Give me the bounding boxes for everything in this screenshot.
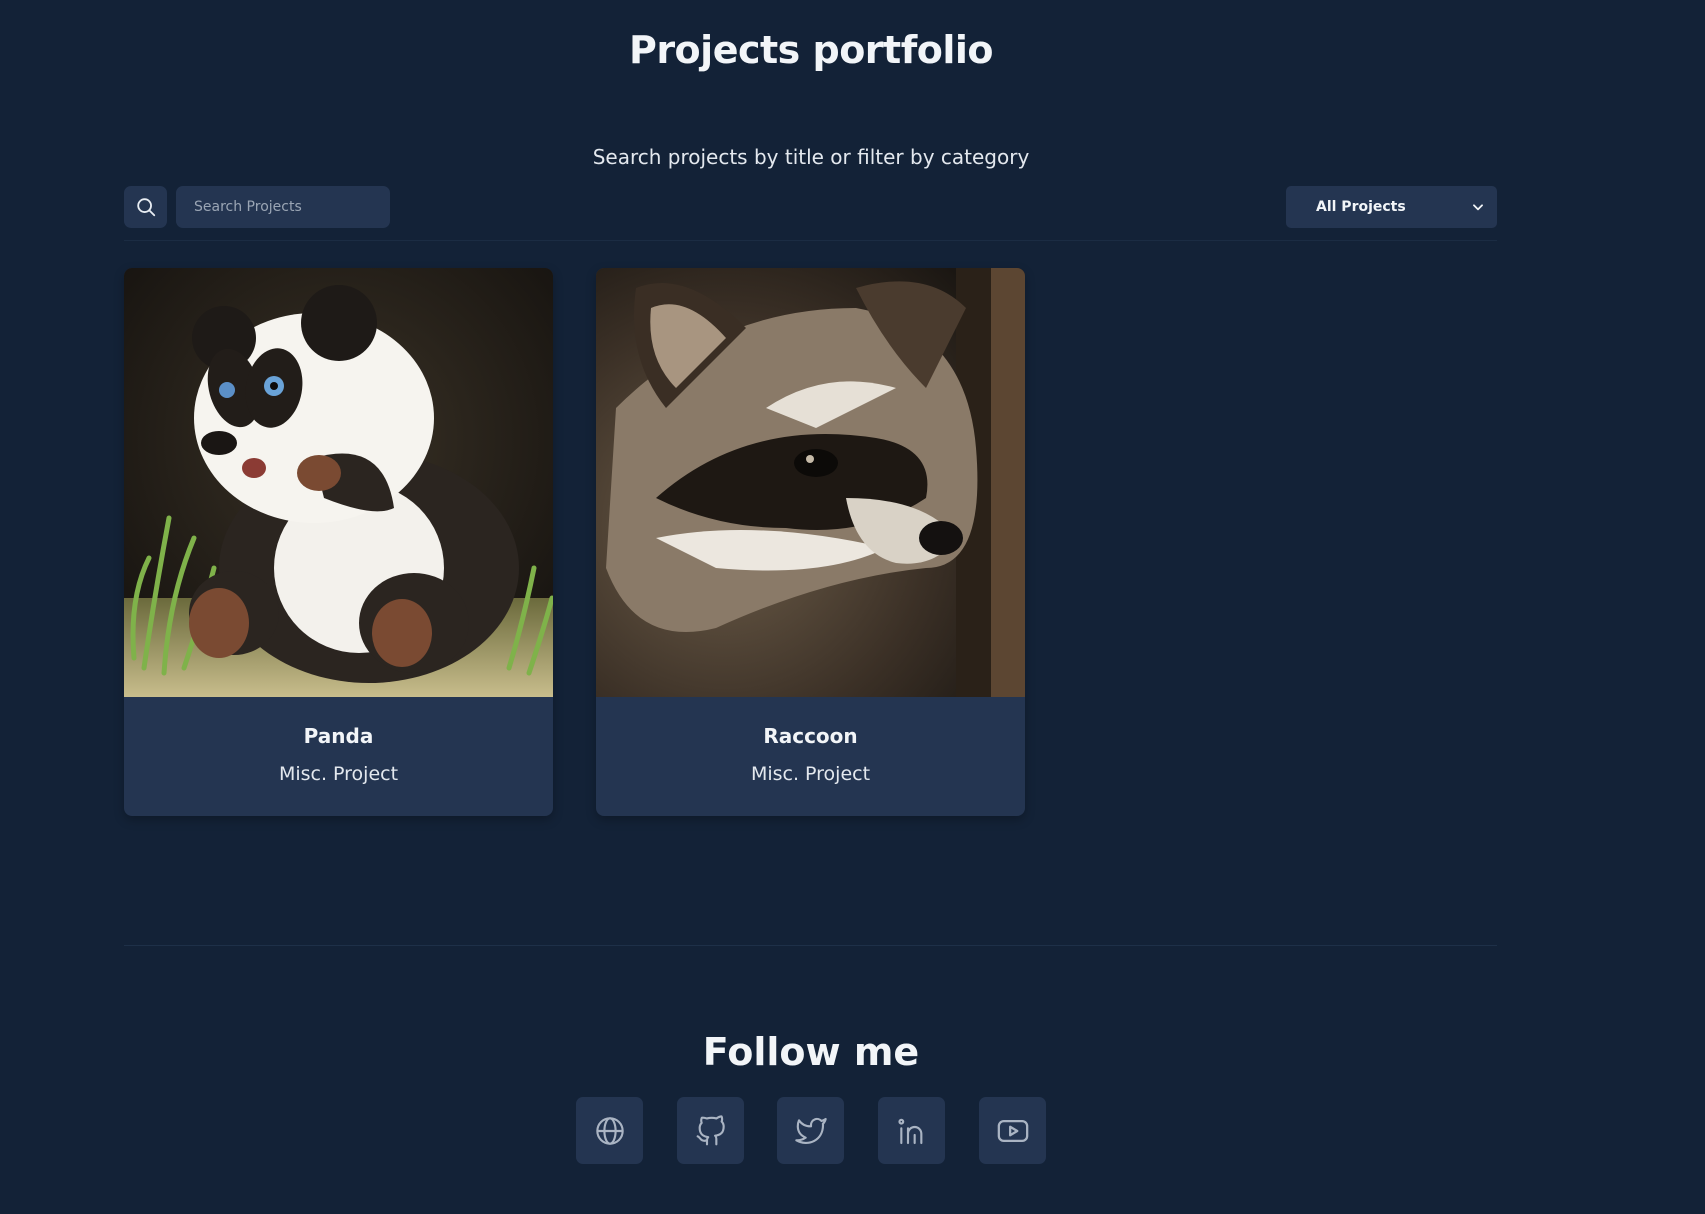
github-link[interactable]	[677, 1097, 744, 1164]
search-button[interactable]	[124, 186, 167, 228]
project-title: Panda	[303, 724, 374, 748]
project-card-raccoon[interactable]: Raccoon Misc. Project	[596, 268, 1025, 816]
twitter-icon	[794, 1117, 827, 1144]
portfolio-page: Projects portfolio Search projects by ti…	[0, 0, 1705, 1214]
raccoon-image	[596, 268, 1025, 697]
github-icon	[696, 1114, 725, 1145]
search-hint: Search projects by title or filter by ca…	[592, 145, 1030, 169]
project-category: Misc. Project	[278, 763, 399, 785]
follow-title: Follow me	[702, 1030, 920, 1074]
globe-icon	[595, 1116, 624, 1145]
divider	[124, 240, 1497, 241]
panda-image	[124, 268, 553, 697]
chevron-down-icon	[1473, 204, 1483, 211]
project-title: Raccoon	[763, 724, 858, 748]
website-link[interactable]	[576, 1097, 643, 1164]
category-select[interactable]: All Projects	[1286, 186, 1497, 228]
page-title: Projects portfolio	[628, 28, 994, 72]
search-input[interactable]	[176, 186, 390, 228]
divider	[124, 945, 1497, 946]
category-select-value: All Projects	[1316, 199, 1406, 215]
youtube-icon	[997, 1119, 1028, 1142]
project-card-panda[interactable]: Panda Misc. Project	[124, 268, 553, 816]
project-category: Misc. Project	[750, 763, 871, 785]
twitter-link[interactable]	[777, 1097, 844, 1164]
search-icon	[136, 198, 155, 217]
youtube-link[interactable]	[979, 1097, 1046, 1164]
linkedin-icon	[897, 1118, 922, 1144]
linkedin-link[interactable]	[878, 1097, 945, 1164]
